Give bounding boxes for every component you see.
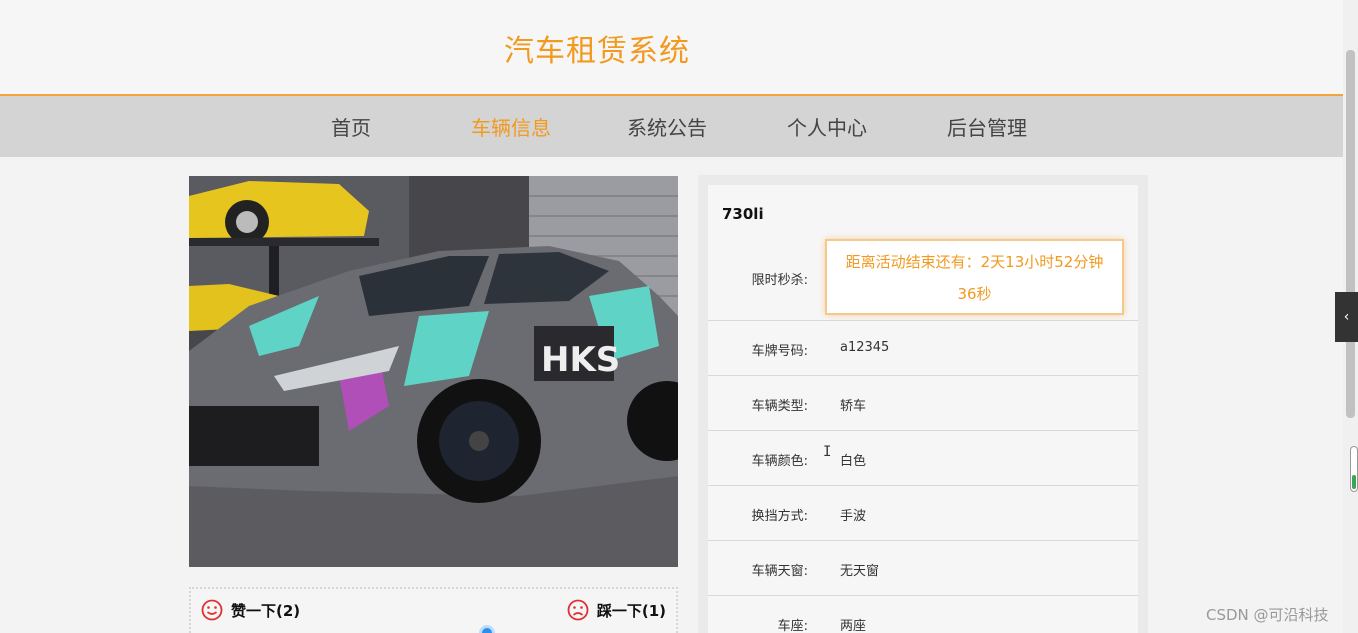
field-value: 无天窗 (840, 564, 880, 579)
field-label: 车辆天窗: (751, 564, 808, 579)
watermark: CSDN @可沿科技 (1206, 606, 1329, 624)
field-label: 车牌号码: (751, 344, 808, 359)
vote-bar: 赞一下(2) 踩一下(1) (189, 587, 678, 633)
text-cursor-icon: I (823, 444, 832, 460)
sad-face-icon (567, 599, 589, 621)
field-label: 车辆类型: (751, 399, 808, 414)
field-value: 轿车 (840, 399, 867, 414)
countdown-line2: 36秒 (957, 285, 992, 303)
site-header: 汽车租赁系统 (0, 0, 1343, 94)
site-title: 汽车租赁系统 (504, 34, 690, 69)
svg-text:HKS: HKS (541, 340, 620, 380)
field-value: a12345 (840, 340, 890, 355)
countdown-line1: 距离活动结束还有：2天13小时52分钟 (845, 253, 1104, 271)
dislike-label: 踩一下(1) (596, 601, 666, 620)
slider-handle[interactable] (479, 625, 495, 633)
car-name: 730li (722, 205, 764, 223)
main-nav: 首页 车辆信息 系统公告 个人中心 后台管理 (0, 94, 1343, 157)
side-indicator (1350, 446, 1358, 492)
field-value: 白色 (840, 454, 867, 469)
chevron-left-icon: ‹ (1343, 309, 1350, 325)
like-button[interactable]: 赞一下(2) (201, 599, 300, 621)
field-row-transmission: 换挡方式: 手波 (708, 486, 1138, 541)
field-label: 车辆颜色: (751, 454, 808, 469)
car-info-panel: 730li 限时秒杀: 距离活动结束还有：2天13小时52分钟 36秒 车牌号码… (698, 175, 1148, 633)
field-label: 车座: (777, 619, 808, 633)
scroll-thumb[interactable] (1346, 50, 1355, 418)
field-value: 手波 (840, 509, 867, 524)
field-label: 换挡方式: (751, 509, 808, 524)
flash-sale-label: 限时秒杀: (751, 273, 808, 288)
field-row-sunroof: 车辆天窗: 无天窗 (708, 541, 1138, 596)
field-value: 两座 (840, 619, 867, 633)
car-photo: HKS (189, 176, 678, 567)
smile-face-icon (201, 599, 223, 621)
field-row-plate: 车牌号码: a12345 (708, 321, 1138, 376)
side-collapse-tab[interactable]: ‹ (1335, 292, 1358, 342)
flash-sale-row: 限时秒杀: 距离活动结束还有：2天13小时52分钟 36秒 (708, 230, 1138, 321)
nav-item-announcements[interactable]: 系统公告 (627, 112, 707, 141)
like-label: 赞一下(2) (231, 601, 301, 620)
nav-item-admin[interactable]: 后台管理 (947, 112, 1027, 141)
field-row-type: 车辆类型: 轿车 (708, 376, 1138, 431)
field-row-seats: 车座: 两座 (708, 596, 1138, 633)
field-row-color: 车辆颜色: 白色 (708, 431, 1138, 486)
countdown-box: 距离活动结束还有：2天13小时52分钟 36秒 (825, 239, 1124, 315)
car-info-card: 730li 限时秒杀: 距离活动结束还有：2天13小时52分钟 36秒 车牌号码… (708, 185, 1138, 633)
nav-item-home[interactable]: 首页 (331, 112, 371, 141)
nav-item-vehicles[interactable]: 车辆信息 (471, 112, 551, 141)
nav-item-profile[interactable]: 个人中心 (787, 112, 867, 141)
dislike-button[interactable]: 踩一下(1) (567, 599, 666, 621)
